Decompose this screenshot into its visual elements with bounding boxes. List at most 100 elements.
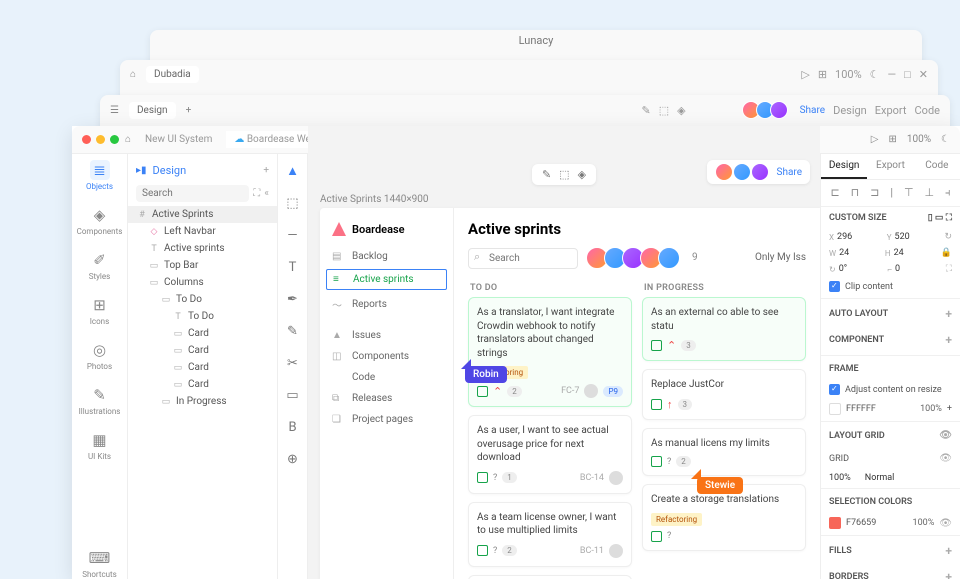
sprint-card[interactable]: As manual licens my limits?2: [642, 428, 806, 477]
sidebar-uikits[interactable]: ▦UI Kits: [88, 430, 111, 461]
frame-color-swatch[interactable]: [829, 403, 841, 415]
layer-item[interactable]: ▭In Progress: [128, 393, 277, 410]
collapse-icon[interactable]: «: [264, 188, 269, 199]
moon-icon[interactable]: ☾: [941, 134, 950, 145]
dim-x[interactable]: 296: [837, 232, 852, 242]
dim-c[interactable]: 0: [895, 264, 900, 274]
artboard-label[interactable]: Active Sprints 1440×900: [320, 194, 429, 205]
tab-new-ui[interactable]: New UI System: [137, 131, 220, 148]
sprint-nav-item[interactable]: ▲Issues: [320, 325, 453, 346]
add-page-icon[interactable]: +: [263, 165, 269, 176]
tool-button[interactable]: —: [282, 224, 304, 246]
sprint-nav-item[interactable]: ❏Project pages: [320, 409, 453, 430]
align-controls[interactable]: ⊏⊓⊐|⊤⊥⫞: [821, 180, 960, 207]
adjust-checkbox[interactable]: [829, 384, 840, 395]
sprint-nav-item[interactable]: ▤Backlog: [320, 246, 453, 267]
tab-design[interactable]: Design: [821, 154, 867, 179]
canvas-toolbar[interactable]: ✎ ⬚ ◈: [532, 164, 596, 185]
traffic-lights[interactable]: [82, 135, 119, 144]
sidebar-shortcuts[interactable]: ⌨Shortcuts: [82, 548, 117, 579]
fit-icon[interactable]: ⛶: [946, 213, 952, 223]
tool-button[interactable]: ▭: [282, 384, 304, 406]
play-icon[interactable]: ▷: [871, 134, 879, 145]
add-component-icon[interactable]: +: [945, 333, 952, 347]
tool-button[interactable]: ✒: [282, 288, 304, 310]
tool-button[interactable]: ⬚: [282, 192, 304, 214]
layer-item[interactable]: ▭Columns: [128, 274, 277, 291]
tool-button[interactable]: ▲: [282, 160, 304, 182]
frame-icon[interactable]: ⬚: [559, 168, 569, 181]
filter-my-issues[interactable]: Only My Iss: [755, 252, 806, 263]
sprint-card[interactable]: As a team license owner, I want to use m…: [468, 502, 632, 567]
assignee-avatars[interactable]: [586, 247, 680, 269]
layer-item[interactable]: ▭Card: [128, 376, 277, 393]
clip-checkbox[interactable]: [829, 281, 840, 292]
corners-icon[interactable]: ⛶: [946, 264, 952, 274]
sidebar-illustrations[interactable]: ✎Illustrations: [79, 385, 121, 416]
layer-item[interactable]: ◇Left Navbar: [128, 223, 277, 240]
dim-y[interactable]: 520: [895, 232, 910, 242]
component-icon[interactable]: ◈: [578, 168, 586, 181]
canvas[interactable]: ✎ ⬚ ◈ Share Active Sprints 1440×900 Boar…: [308, 126, 820, 579]
sidebar-styles[interactable]: ✐Styles: [89, 250, 110, 281]
sprint-search-input[interactable]: [468, 248, 578, 269]
layer-item[interactable]: ▭Top Bar: [128, 257, 277, 274]
add-autolayout-icon[interactable]: +: [945, 307, 952, 321]
add-borders-icon[interactable]: +: [945, 570, 952, 579]
tab-code[interactable]: Code: [914, 154, 960, 179]
layer-item[interactable]: ▭Card: [128, 342, 277, 359]
tool-button[interactable]: ✂: [282, 352, 304, 374]
sprint-nav-item[interactable]: ◫Components: [320, 346, 453, 367]
collaborators[interactable]: Share: [707, 160, 810, 184]
sprint-card[interactable]: As a translator, I want integrate Crowdi…: [468, 297, 632, 407]
home-icon[interactable]: ⌂: [125, 134, 131, 145]
share-button[interactable]: Share: [777, 167, 802, 178]
sprint-card[interactable]: Font SCSS mixin does not recognise fallb…: [468, 575, 632, 579]
lock-icon[interactable]: 🔒: [941, 248, 952, 258]
reset-icon[interactable]: ↻: [944, 232, 952, 242]
pencil-icon[interactable]: ✎: [542, 168, 551, 181]
layer-item[interactable]: ▭To Do: [128, 291, 277, 308]
tool-button[interactable]: B: [282, 416, 304, 438]
dim-r[interactable]: 0°: [839, 264, 847, 274]
expand-icon[interactable]: ⛶: [253, 188, 260, 199]
grid-icon[interactable]: ⊞: [888, 134, 896, 145]
tool-button[interactable]: T: [282, 256, 304, 278]
layers-search-input[interactable]: [136, 185, 249, 202]
add-fill-icon[interactable]: +: [947, 404, 952, 414]
avatar[interactable]: [733, 163, 751, 181]
avatar-count[interactable]: 9: [692, 252, 698, 263]
avatar[interactable]: [751, 163, 769, 181]
portrait-icon[interactable]: ▯: [928, 213, 933, 223]
sprint-nav-item[interactable]: ⧉Releases: [320, 388, 453, 409]
sprint-nav-item[interactable]: 〜Reports: [320, 292, 453, 317]
sprint-nav-item[interactable]: ≡Active sprints: [326, 269, 447, 290]
grid-visibility-icon[interactable]: 👁: [939, 430, 952, 441]
layers-title[interactable]: Design: [153, 164, 187, 177]
sidebar-objects[interactable]: ≣Objects: [86, 160, 113, 191]
avatar[interactable]: [715, 163, 733, 181]
layer-item[interactable]: #Active Sprints: [128, 206, 277, 223]
frame-color-hex[interactable]: FFFFFF: [846, 404, 876, 414]
brand[interactable]: Boardease: [320, 218, 453, 246]
dim-w[interactable]: 24: [839, 248, 849, 258]
sidebar-components[interactable]: ◈Components: [77, 205, 123, 236]
add-fills-icon[interactable]: +: [945, 544, 952, 558]
tool-button[interactable]: ✎: [282, 320, 304, 342]
layer-item[interactable]: TTo Do: [128, 308, 277, 325]
sidebar-photos[interactable]: ◎Photos: [87, 340, 112, 371]
layer-item[interactable]: ▭Card: [128, 359, 277, 376]
landscape-icon[interactable]: ▭: [935, 213, 944, 223]
sprint-card[interactable]: As a user, I want to see actual overusag…: [468, 415, 632, 494]
zoom-level[interactable]: 100%: [907, 134, 931, 145]
dim-h[interactable]: 24: [894, 248, 904, 258]
sprint-card[interactable]: Replace JustCor↑3: [642, 369, 806, 420]
tab-export[interactable]: Export: [867, 154, 913, 179]
sprint-card[interactable]: As an external co able to see statu⌃3: [642, 297, 806, 361]
selection-color-swatch[interactable]: [829, 517, 841, 529]
selection-color-hex[interactable]: F76659: [846, 518, 876, 528]
sprint-nav-item[interactable]: Code: [320, 367, 453, 388]
layer-item[interactable]: ▭Card: [128, 325, 277, 342]
tool-button[interactable]: ⊕: [282, 448, 304, 470]
layer-item[interactable]: TActive sprints: [128, 240, 277, 257]
